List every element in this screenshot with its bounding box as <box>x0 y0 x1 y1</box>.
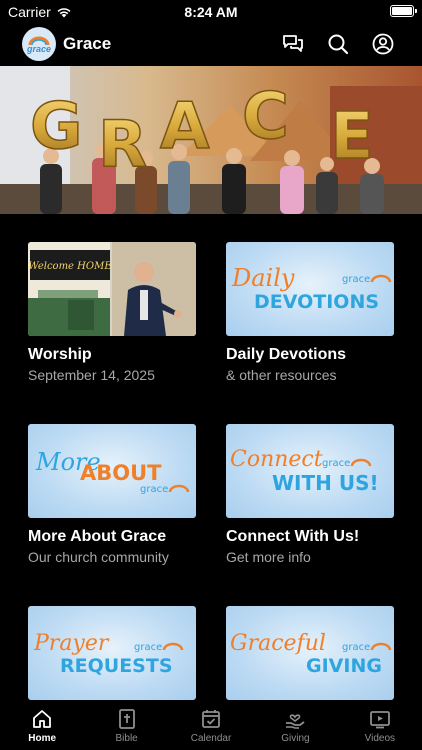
card-connect-with-us[interactable]: Connect WITH US! grace Connect With Us! … <box>226 424 394 565</box>
promo-bold-text: REQUESTS <box>60 655 173 677</box>
battery-icon <box>390 5 417 17</box>
grace-logo-text: grace <box>342 274 370 285</box>
hero-banner[interactable]: G R A C E <box>0 66 422 214</box>
promo-bold-text: WITH US! <box>272 471 379 495</box>
worship-image: Welcome HOME <box>28 242 196 336</box>
tab-giving[interactable]: Giving <box>253 700 337 750</box>
card-title: Daily Devotions <box>226 346 347 363</box>
promo-script-text: Daily <box>231 264 295 292</box>
card-graceful-giving[interactable]: Graceful GIVING grace <box>226 606 394 700</box>
profile-icon[interactable] <box>372 33 394 55</box>
prayer-requests-thumbnail[interactable]: Prayer REQUESTS grace <box>28 606 196 700</box>
grace-logo-text: grace <box>140 484 168 495</box>
tab-videos[interactable]: Videos <box>338 700 422 750</box>
search-icon[interactable] <box>327 33 349 55</box>
bottom-tab-bar: Home Bible Calendar Giving Videos <box>0 700 422 750</box>
tab-label: Bible <box>115 733 138 744</box>
grace-logo-text: grace <box>322 458 350 469</box>
tab-label: Home <box>28 733 57 744</box>
tab-home[interactable]: Home <box>0 700 84 750</box>
videos-icon <box>369 711 390 729</box>
balloon-letter-c: C <box>242 80 289 154</box>
battery-fill <box>392 7 412 15</box>
card-subtitle: Our church community <box>28 549 169 565</box>
daily-devotions-thumbnail[interactable]: Daily DEVOTIONS grace <box>226 242 394 336</box>
calendar-icon <box>202 710 220 728</box>
promo-script-text: Prayer <box>33 631 110 656</box>
logo-text: grace <box>26 44 52 54</box>
grace-logo-arch-icon <box>350 458 372 467</box>
more-about-thumbnail[interactable]: More ABOUT grace <box>28 424 196 518</box>
card-prayer-requests[interactable]: Prayer REQUESTS grace <box>28 606 196 700</box>
battery-indicator <box>390 5 417 17</box>
balloon-letter-g: G <box>30 90 83 164</box>
balloon-letter-a: A <box>160 90 210 164</box>
welcome-sign-text: Welcome HOME <box>28 261 112 272</box>
card-more-about-grace[interactable]: More ABOUT grace More About Grace Our ch… <box>28 424 196 565</box>
tab-label: Giving <box>281 733 310 744</box>
tab-label: Videos <box>364 733 396 744</box>
daily-devotions-graphic: Daily DEVOTIONS grace <box>231 264 392 313</box>
card-daily-devotions[interactable]: Daily DEVOTIONS grace Daily Devotions & … <box>226 242 394 383</box>
app-header: grace Grace <box>0 26 422 62</box>
card-subtitle: & other resources <box>226 367 337 383</box>
grace-logo-arch-icon <box>370 274 392 283</box>
home-icon <box>33 710 52 728</box>
promo-bold-text: GIVING <box>306 655 382 677</box>
church-logo[interactable]: grace <box>22 27 56 61</box>
grace-logo-arch-icon <box>168 484 190 493</box>
bible-icon <box>118 709 135 729</box>
card-title: Worship <box>28 346 92 363</box>
worship-thumbnail[interactable]: Welcome HOME <box>28 242 196 336</box>
grace-logo-arch-icon <box>370 642 392 651</box>
giving-icon <box>286 714 305 729</box>
grace-logo-text: grace <box>342 642 370 653</box>
card-worship[interactable]: Welcome HOME Worship September 14, 2025 <box>28 242 196 383</box>
tab-calendar[interactable]: Calendar <box>169 700 253 750</box>
connect-graphic: Connect WITH US! grace <box>230 447 379 495</box>
app-title: Grace <box>63 34 112 53</box>
prayer-requests-graphic: Prayer REQUESTS grace <box>33 631 184 677</box>
promo-bold-text: DEVOTIONS <box>254 291 379 313</box>
graceful-giving-graphic: Graceful GIVING grace <box>230 631 392 677</box>
chat-icon[interactable] <box>282 33 304 55</box>
tab-label: Calendar <box>190 733 232 744</box>
balloon-letter-r: R <box>98 108 147 182</box>
connect-thumbnail[interactable]: Connect WITH US! grace <box>226 424 394 518</box>
promo-script-text: Connect <box>230 447 323 472</box>
graceful-giving-thumbnail[interactable]: Graceful GIVING grace <box>226 606 394 700</box>
tab-bible[interactable]: Bible <box>84 700 168 750</box>
promo-bold-text: ABOUT <box>80 461 162 485</box>
banner-image: G R A C E <box>0 66 422 214</box>
balloon-letter-e: E <box>330 100 374 174</box>
status-bar: Carrier 8:24 AM <box>0 0 422 24</box>
more-about-graphic: More ABOUT grace <box>35 448 190 495</box>
status-time: 8:24 AM <box>184 4 238 20</box>
grace-logo-arch-icon <box>162 642 184 651</box>
card-title: Connect With Us! <box>226 528 360 545</box>
promo-script-text: Graceful <box>230 631 326 656</box>
card-subtitle: Get more info <box>226 549 311 565</box>
card-subtitle: September 14, 2025 <box>28 367 155 383</box>
grace-logo-text: grace <box>134 642 162 653</box>
card-title: More About Grace <box>28 528 167 545</box>
